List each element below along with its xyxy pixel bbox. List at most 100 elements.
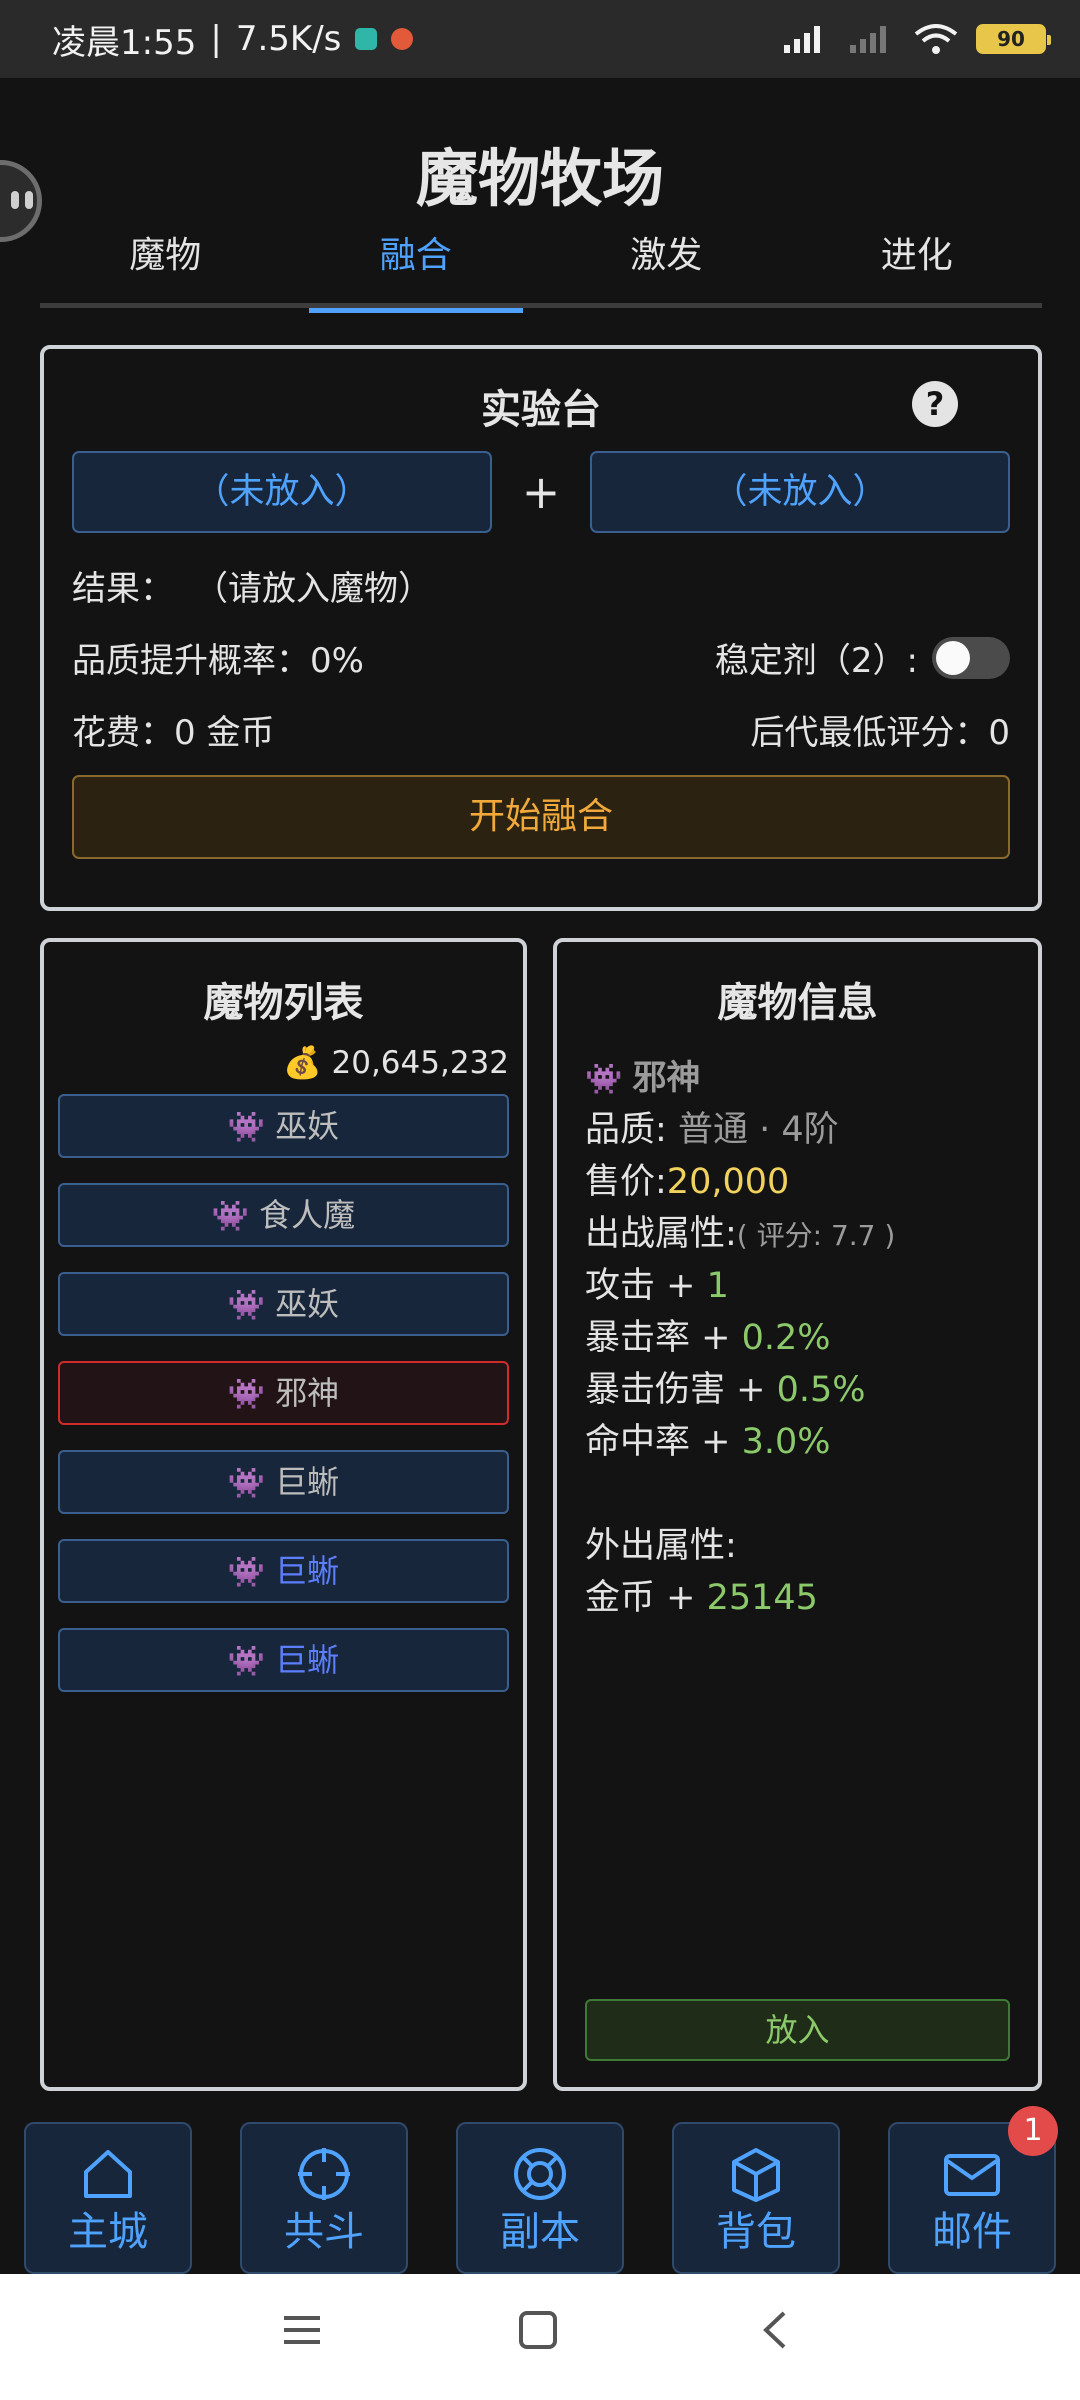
result-value: （请放入魔物） — [194, 569, 432, 609]
app-notification-icon — [391, 28, 414, 50]
monster-info-panel: 魔物信息 👾 邪神 品质: 普通 · 4阶 售价:20,000 出战属性:( 评分… — [553, 938, 1042, 2091]
list-item[interactable]: 👾 巫妖 — [58, 1094, 509, 1158]
nav-label: 邮件 — [932, 2209, 1012, 2255]
signal-weak-icon — [850, 26, 886, 53]
status-speed: 7.5K/s — [235, 19, 342, 59]
alien-monster-icon: 👾 — [227, 1377, 266, 1412]
monster-name: 邪神 — [632, 1058, 701, 1098]
monster-list-panel: 魔物列表 💰 20,645,232 👾 巫妖 👾 食人魔 👾 巫妖 👾 邪神 👾 巨蜥 👾… — [40, 938, 527, 2091]
monster-name: 巫妖 — [275, 1107, 340, 1145]
home-icon — [84, 2150, 132, 2198]
tab-fusion[interactable]: 融合 — [291, 222, 542, 313]
monster-name: 巨蜥 — [275, 1463, 340, 1501]
crit-rate-label: 暴击率 + — [585, 1318, 731, 1358]
list-item[interactable]: 👾 巨蜥 — [58, 1450, 509, 1514]
price-value: 20,000 — [666, 1162, 790, 1202]
monster-name: 巨蜥 — [275, 1552, 340, 1590]
quality-row: 品质提升概率：0% 稳定剂（2）: — [72, 633, 1010, 682]
menu-icon[interactable] — [282, 2310, 322, 2350]
nav-label: 副本 — [500, 2209, 580, 2255]
lifebuoy-icon — [514, 2148, 566, 2200]
monster-info-title: 魔物信息 — [717, 980, 878, 1026]
battery-level: 90 — [997, 27, 1025, 51]
monster-list-title: 魔物列表 — [203, 980, 364, 1026]
nav-dungeon[interactable]: 副本 — [456, 2122, 624, 2274]
tab-evolve[interactable]: 进化 — [792, 222, 1043, 308]
monster-name: 巨蜥 — [275, 1641, 340, 1679]
quality-value: 普通 · 4阶 — [677, 1110, 839, 1150]
monster-list: 👾 巫妖 👾 食人魔 👾 巫妖 👾 邪神 👾 巨蜥 👾 巨蜥 👾 巨蜥 — [58, 1094, 509, 1717]
list-item[interactable]: 👾 巨蜥 — [58, 1628, 509, 1692]
fusion-lab-panel: 实验台 ? （未放入） + （未放入） 结果： （请放入魔物） 品质提升概率：0… — [40, 345, 1042, 911]
wifi-icon — [914, 24, 958, 54]
nav-backpack[interactable]: 背包 — [672, 2122, 840, 2274]
min-score-text: 后代最低评分：0 — [750, 713, 1010, 753]
alien-monster-icon: 👾 — [585, 1062, 623, 1097]
monster-name: 巫妖 — [275, 1285, 340, 1323]
box-icon — [732, 2148, 780, 2202]
crosshair-icon — [298, 2148, 350, 2200]
nav-coop[interactable]: 共斗 — [240, 2122, 408, 2274]
alien-monster-icon: 👾 — [227, 1466, 266, 1501]
page-title: 魔物牧场 — [415, 142, 664, 215]
signal-icon — [784, 26, 820, 53]
lab-title: 实验台 — [481, 387, 601, 433]
tab-monsters[interactable]: 魔物 — [40, 222, 291, 308]
monster-name: 食人魔 — [259, 1196, 356, 1234]
gold-label: 金币 + — [585, 1578, 696, 1618]
fusion-slot-b[interactable]: （未放入） — [590, 451, 1010, 533]
bottom-navigation: 主城 共斗 副本 背包 邮件 1 — [0, 2106, 1080, 2274]
cost-text: 花费：0 金币 — [72, 713, 275, 753]
gold-value: 25145 — [706, 1578, 818, 1618]
crit-damage-value: 0.5% — [776, 1370, 866, 1410]
system-navigation-bar — [0, 2274, 1080, 2400]
toggle-knob — [936, 640, 970, 675]
list-item[interactable]: 👾 巫妖 — [58, 1272, 509, 1336]
tab-inspire[interactable]: 激发 — [541, 222, 792, 308]
alien-monster-icon: 👾 — [211, 1199, 250, 1234]
cost-row: 花费：0 金币 后代最低评分：0 — [72, 705, 1010, 754]
result-row: 结果： （请放入魔物） — [72, 561, 1010, 610]
hit-rate-label: 命中率 + — [585, 1422, 731, 1462]
fusion-slot-a[interactable]: （未放入） — [72, 451, 492, 533]
nav-label: 主城 — [68, 2209, 148, 2255]
alien-monster-icon: 👾 — [227, 1555, 266, 1590]
start-fusion-button[interactable]: 开始融合 — [72, 775, 1010, 859]
crit-rate-value: 0.2% — [741, 1318, 831, 1358]
home-square-icon[interactable] — [518, 2310, 558, 2350]
nav-main-city[interactable]: 主城 — [24, 2122, 192, 2274]
crit-damage-label: 暴击伤害 + — [585, 1370, 766, 1410]
status-bar: 凌晨1:55 | 7.5K/s 90 — [0, 0, 1080, 78]
monster-name: 邪神 — [275, 1374, 340, 1412]
plus-icon: + — [521, 465, 561, 519]
quality-label: 品质: — [585, 1110, 667, 1150]
list-item[interactable]: 👾 巨蜥 — [58, 1539, 509, 1603]
status-time: 凌晨1:55 — [52, 22, 197, 63]
alien-monster-icon: 👾 — [227, 1110, 266, 1145]
money-bag-icon: 💰 — [283, 1045, 322, 1081]
battle-attr-label: 出战属性: — [585, 1214, 737, 1254]
attack-value: 1 — [706, 1266, 729, 1306]
list-item-selected[interactable]: 👾 邪神 — [58, 1361, 509, 1425]
list-item[interactable]: 👾 食人魔 — [58, 1183, 509, 1247]
gold-balance: 💰 20,645,232 — [283, 1044, 509, 1081]
stabilizer-label: 稳定剂（2）: — [714, 641, 918, 681]
outing-attr-label: 外出属性: — [585, 1526, 737, 1566]
mail-icon — [944, 2154, 1000, 2196]
help-icon[interactable]: ? — [912, 381, 958, 427]
stabilizer-toggle[interactable] — [932, 636, 1010, 679]
nav-label: 共斗 — [284, 2209, 364, 2255]
mail-badge: 1 — [1008, 2106, 1058, 2156]
alien-monster-icon: 👾 — [227, 1288, 266, 1323]
price-label: 售价: — [585, 1162, 667, 1202]
battery-icon: 90 — [976, 24, 1051, 54]
nav-mail[interactable]: 邮件 1 — [888, 2106, 1058, 2274]
nav-label: 背包 — [716, 2209, 796, 2255]
gold-amount: 20,645,232 — [331, 1045, 510, 1081]
back-icon[interactable] — [756, 2310, 796, 2350]
tab-bar: 魔物 融合 激发 进化 — [40, 222, 1043, 313]
battle-score: ( 评分: 7.7 ) — [736, 1219, 896, 1252]
attack-label: 攻击 + — [585, 1266, 696, 1306]
put-in-button[interactable]: 放入 — [585, 1999, 1010, 2061]
alien-monster-icon: 👾 — [227, 1644, 266, 1679]
